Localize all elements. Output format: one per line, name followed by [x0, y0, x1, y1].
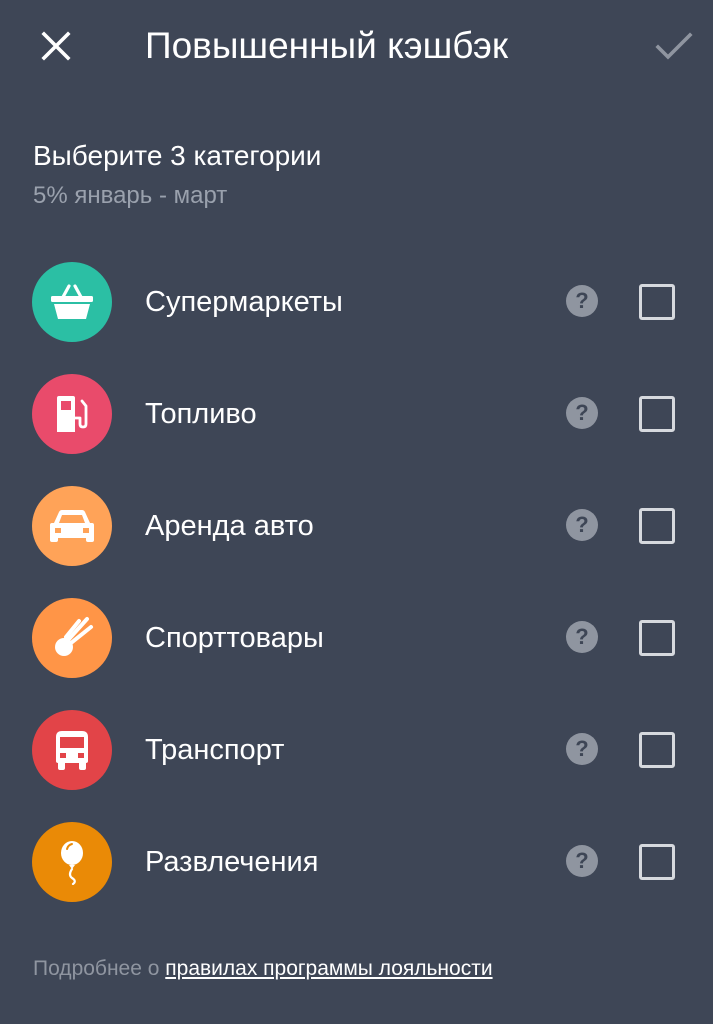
- checkmark-icon: [655, 32, 693, 60]
- category-label: Топливо: [145, 398, 257, 430]
- category-label: Супермаркеты: [145, 286, 343, 318]
- help-icon: ?: [575, 736, 589, 761]
- category-checkbox[interactable]: [639, 844, 675, 880]
- category-checkbox[interactable]: [639, 620, 675, 656]
- category-icon-circle: [32, 374, 112, 454]
- category-icon-circle: [32, 486, 112, 566]
- category-label: Транспорт: [145, 734, 285, 766]
- help-icon: ?: [575, 288, 589, 313]
- category-checkbox[interactable]: [639, 284, 675, 320]
- category-icon-circle: [32, 262, 112, 342]
- help-button[interactable]: ?: [566, 397, 598, 429]
- close-icon: [41, 31, 71, 61]
- app-header: Повышенный кэшбэк: [0, 0, 713, 92]
- category-label: Спорттовары: [145, 622, 324, 654]
- section-heading: Выберите 3 категории: [33, 140, 322, 171]
- category-icon-circle: [32, 598, 112, 678]
- help-button[interactable]: ?: [566, 621, 598, 653]
- section-subheading: 5% январь - март: [33, 182, 228, 209]
- category-checkbox[interactable]: [639, 508, 675, 544]
- category-icon-circle: [32, 822, 112, 902]
- help-icon: ?: [575, 624, 589, 649]
- close-button[interactable]: [30, 20, 82, 72]
- category-icon-circle: [32, 710, 112, 790]
- help-icon: ?: [575, 848, 589, 873]
- shuttlecock-icon: [55, 617, 93, 656]
- category-checkbox[interactable]: [639, 732, 675, 768]
- help-button[interactable]: ?: [566, 733, 598, 765]
- category-row-car-rental[interactable]: Аренда авто ?: [0, 470, 713, 582]
- loyalty-rules-link[interactable]: правилах программы лояльности: [165, 957, 492, 980]
- category-row-entertainment[interactable]: Развлечения ?: [0, 806, 713, 918]
- page-title: Повышенный кэшбэк: [145, 25, 509, 66]
- balloon-icon: [61, 841, 83, 885]
- shopping-basket-icon: [51, 284, 93, 319]
- category-row-fuel[interactable]: Топливо ?: [0, 358, 713, 470]
- category-label: Аренда авто: [145, 510, 314, 542]
- help-icon: ?: [575, 512, 589, 537]
- help-button[interactable]: ?: [566, 509, 598, 541]
- car-icon: [50, 510, 94, 542]
- confirm-button[interactable]: [648, 20, 700, 72]
- help-button[interactable]: ?: [566, 845, 598, 877]
- category-label: Развлечения: [145, 846, 319, 878]
- footer-note: Подробнее о правилах программы лояльност…: [33, 954, 493, 984]
- bus-icon: [56, 731, 88, 770]
- fuel-pump-icon: [57, 396, 88, 432]
- category-list: Супермаркеты ? Топливо ? Аренда авто ? С…: [0, 246, 713, 918]
- help-icon: ?: [575, 400, 589, 425]
- category-row-sports-goods[interactable]: Спорттовары ?: [0, 582, 713, 694]
- category-checkbox[interactable]: [639, 396, 675, 432]
- help-button[interactable]: ?: [566, 285, 598, 317]
- category-row-supermarkets[interactable]: Супермаркеты ?: [0, 246, 713, 358]
- footer-prefix: Подробнее о: [33, 957, 166, 980]
- category-row-transport[interactable]: Транспорт ?: [0, 694, 713, 806]
